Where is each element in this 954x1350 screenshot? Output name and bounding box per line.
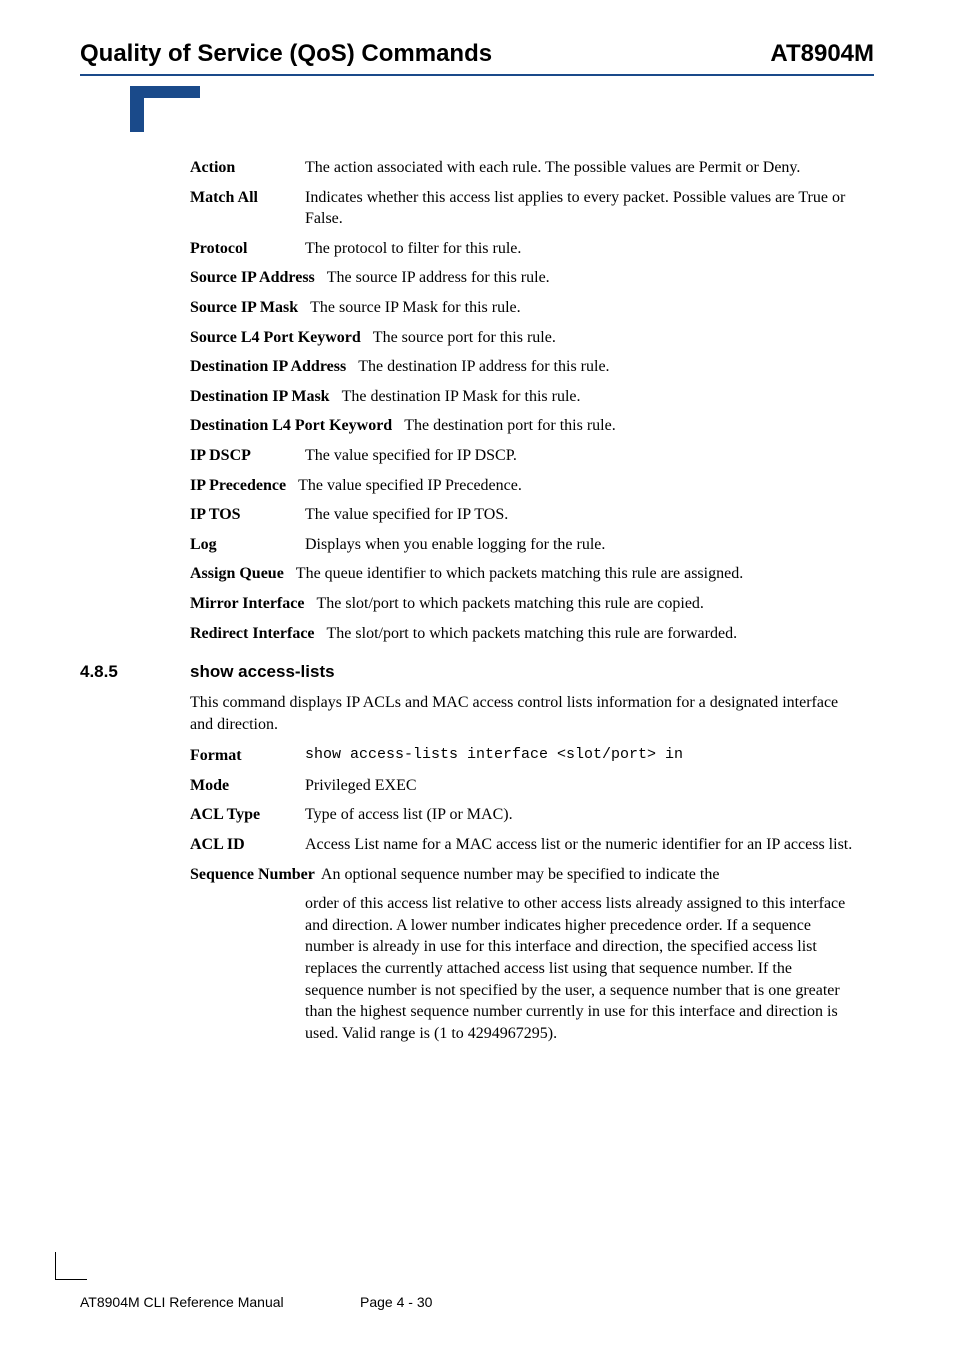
desc-srcip: The source IP address for this rule.: [321, 267, 854, 289]
crop-mark-icon: [55, 1252, 87, 1280]
desc-seq-rest: order of this access list relative to ot…: [305, 893, 854, 1044]
desc-prec: The value specified IP Precedence.: [292, 475, 854, 497]
term-redirect: Redirect Interface: [190, 623, 321, 645]
desc-tos: The value specified for IP TOS.: [305, 504, 854, 526]
desc-redirect: The slot/port to which packets matching …: [321, 623, 854, 645]
term-mode: Mode: [190, 775, 305, 797]
desc-format: show access-lists interface <slot/port> …: [305, 745, 854, 767]
desc-protocol: The protocol to filter for this rule.: [305, 238, 854, 260]
desc-dstport: The destination port for this rule.: [398, 415, 854, 437]
def-protocol: Protocol The protocol to filter for this…: [190, 238, 854, 260]
header-title-right: AT8904M: [770, 40, 874, 68]
footer-doc-title: AT8904M CLI Reference Manual: [80, 1294, 360, 1310]
def-action: Action The action associated with each r…: [190, 157, 854, 179]
term-action: Action: [190, 157, 305, 179]
def-log: Log Displays when you enable logging for…: [190, 534, 854, 556]
desc-srcmask: The source IP Mask for this rule.: [304, 297, 854, 319]
header-title-left: Quality of Service (QoS) Commands: [80, 40, 492, 68]
term-acltype: ACL Type: [190, 804, 305, 826]
desc-matchall: Indicates whether this access list appli…: [305, 187, 854, 230]
def-prec: IP Precedence The value specified IP Pre…: [190, 475, 854, 497]
page-footer: AT8904M CLI Reference Manual Page 4 - 30: [80, 1294, 874, 1310]
desc-mirror: The slot/port to which packets matching …: [310, 593, 854, 615]
desc-aclid: Access List name for a MAC access list o…: [305, 834, 854, 856]
def-mode: Mode Privileged EXEC: [190, 775, 854, 797]
section-intro: This command displays IP ACLs and MAC ac…: [190, 692, 854, 735]
term-dstport: Destination L4 Port Keyword: [190, 415, 398, 437]
page-header: Quality of Service (QoS) Commands AT8904…: [80, 40, 874, 68]
term-format: Format: [190, 745, 305, 767]
def-aclid: ACL ID Access List name for a MAC access…: [190, 834, 854, 856]
desc-seq-lead: An optional sequence number may be speci…: [321, 864, 854, 886]
section-number: 4.8.5: [80, 662, 190, 682]
term-seq: Sequence Number: [190, 864, 321, 886]
term-protocol: Protocol: [190, 238, 305, 260]
term-matchall: Match All: [190, 187, 305, 230]
desc-mode: Privileged EXEC: [305, 775, 854, 797]
desc-action: The action associated with each rule. Th…: [305, 157, 854, 179]
brand-mark-icon: [130, 86, 874, 132]
term-dstmask: Destination IP Mask: [190, 386, 336, 408]
def-dscp: IP DSCP The value specified for IP DSCP.: [190, 445, 854, 467]
footer-page-number: Page 4 - 30: [360, 1294, 432, 1310]
term-srcip: Source IP Address: [190, 267, 321, 289]
def-format: Format show access-lists interface <slot…: [190, 745, 854, 767]
desc-assignq: The queue identifier to which packets ma…: [290, 563, 854, 585]
desc-srcport: The source port for this rule.: [367, 327, 854, 349]
section-title: show access-lists: [190, 662, 335, 682]
header-rule: [80, 74, 874, 76]
term-dscp: IP DSCP: [190, 445, 305, 467]
def-srcip: Source IP Address The source IP address …: [190, 267, 854, 289]
desc-log: Displays when you enable logging for the…: [305, 534, 854, 556]
desc-dstip: The destination IP address for this rule…: [352, 356, 854, 378]
desc-acltype: Type of access list (IP or MAC).: [305, 804, 854, 826]
term-prec: IP Precedence: [190, 475, 292, 497]
def-srcmask: Source IP Mask The source IP Mask for th…: [190, 297, 854, 319]
desc-dscp: The value specified for IP DSCP.: [305, 445, 854, 467]
def-dstmask: Destination IP Mask The destination IP M…: [190, 386, 854, 408]
def-matchall: Match All Indicates whether this access …: [190, 187, 854, 230]
term-srcport: Source L4 Port Keyword: [190, 327, 367, 349]
term-assignq: Assign Queue: [190, 563, 290, 585]
def-srcport: Source L4 Port Keyword The source port f…: [190, 327, 854, 349]
def-dstip: Destination IP Address The destination I…: [190, 356, 854, 378]
def-seq: Sequence Number An optional sequence num…: [190, 864, 854, 1045]
term-tos: IP TOS: [190, 504, 305, 526]
def-dstport: Destination L4 Port Keyword The destinat…: [190, 415, 854, 437]
def-mirror: Mirror Interface The slot/port to which …: [190, 593, 854, 615]
term-srcmask: Source IP Mask: [190, 297, 304, 319]
def-redirect: Redirect Interface The slot/port to whic…: [190, 623, 854, 645]
section-heading: 4.8.5 show access-lists: [190, 662, 854, 682]
term-aclid: ACL ID: [190, 834, 305, 856]
term-mirror: Mirror Interface: [190, 593, 310, 615]
term-log: Log: [190, 534, 305, 556]
def-acltype: ACL Type Type of access list (IP or MAC)…: [190, 804, 854, 826]
term-dstip: Destination IP Address: [190, 356, 352, 378]
def-assignq: Assign Queue The queue identifier to whi…: [190, 563, 854, 585]
desc-dstmask: The destination IP Mask for this rule.: [336, 386, 854, 408]
def-tos: IP TOS The value specified for IP TOS.: [190, 504, 854, 526]
main-content: Action The action associated with each r…: [190, 157, 854, 1044]
